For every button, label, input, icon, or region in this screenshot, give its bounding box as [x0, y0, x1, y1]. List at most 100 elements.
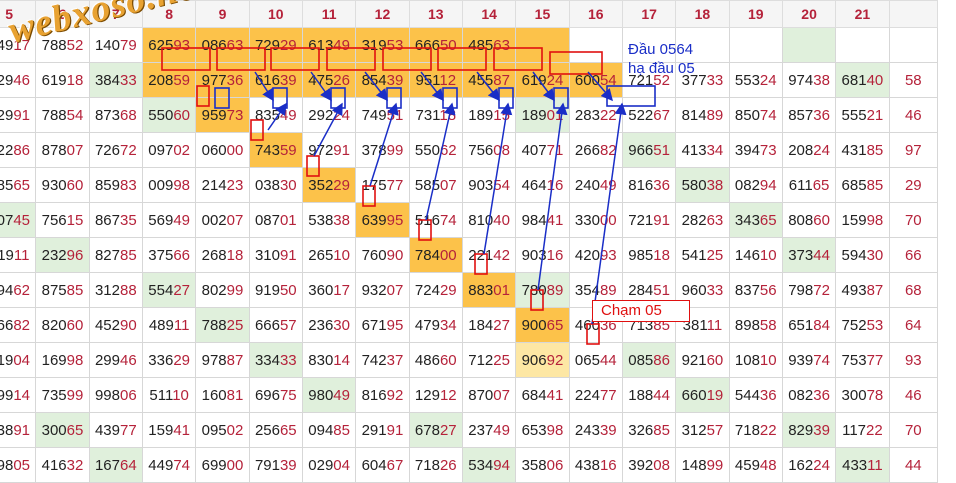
- number-tail: 04: [13, 351, 31, 369]
- number-tail: 78: [866, 386, 884, 404]
- number-tail: 18: [653, 246, 670, 264]
- number-head: 312: [681, 421, 707, 439]
- number-head: 384: [94, 71, 120, 89]
- number-head: 146: [734, 246, 760, 264]
- result-cell: 37566: [141, 237, 197, 273]
- result-cell: 51674: [408, 202, 463, 238]
- number-tail: 60: [439, 351, 457, 369]
- number-head: 221: [468, 246, 494, 264]
- number-head: 726: [94, 141, 120, 159]
- number-tail: 63: [226, 36, 244, 54]
- result-cell: 58: [888, 62, 939, 98]
- number-head: 894: [0, 281, 14, 299]
- result-cell: 06000: [195, 132, 250, 168]
- result-cell: 31953: [355, 27, 410, 63]
- number-tail: 88: [119, 281, 137, 299]
- result-cell: 08701: [248, 202, 303, 238]
- column-header: 16: [568, 0, 623, 28]
- number-head: 898: [734, 316, 760, 334]
- result-cell: 43977: [88, 412, 143, 448]
- result-cell: 55324: [728, 62, 783, 98]
- result-cell: 98565: [0, 167, 37, 203]
- number-tail: 94: [759, 176, 777, 194]
- number-tail: 82: [599, 141, 617, 159]
- number-tail: 41: [546, 211, 564, 229]
- result-cell: 46: [888, 97, 939, 133]
- number-head: 534: [468, 456, 494, 474]
- number-head: 808: [788, 211, 814, 229]
- number-tail: 99: [66, 386, 84, 404]
- result-cell: 83549: [248, 97, 303, 133]
- result-cell: 15941: [141, 412, 197, 448]
- number-tail: 24: [813, 456, 830, 474]
- result-cell: 98049: [301, 377, 357, 413]
- result-cell: 33433: [248, 342, 303, 378]
- number-tail: 33: [119, 71, 137, 89]
- number-tail: 16: [546, 246, 564, 264]
- number-head: 291: [361, 421, 387, 439]
- number-tail: 44: [813, 246, 830, 264]
- number-tail: 36: [226, 71, 244, 89]
- number-tail: 63: [493, 36, 510, 54]
- number-tail: 62: [439, 141, 457, 159]
- number-head: 835: [254, 106, 280, 124]
- result-cell: 29946: [88, 342, 143, 378]
- number-tail: 87: [493, 71, 510, 89]
- result-cell: 75253: [835, 307, 890, 343]
- column-header: 18: [675, 0, 730, 28]
- number-tail: 93: [904, 351, 922, 369]
- column-header: 15: [515, 0, 570, 28]
- number-head: 299: [94, 351, 120, 369]
- result-cell: 68585: [835, 167, 890, 203]
- number-tail: 68: [904, 281, 922, 299]
- number-tail: 00: [226, 456, 244, 474]
- number-head: 511: [149, 386, 173, 404]
- number-head: 343: [734, 211, 760, 229]
- number-tail: 27: [173, 281, 190, 299]
- number-tail: 38: [333, 211, 350, 229]
- number-head: 208: [788, 141, 814, 159]
- result-cell: 08236: [781, 377, 837, 413]
- result-cell: 72191: [621, 202, 677, 238]
- number-tail: 72: [119, 141, 137, 159]
- number-head: 266: [574, 141, 600, 159]
- number-head: 009: [148, 176, 174, 194]
- number-head: 554: [148, 281, 174, 299]
- number-tail: 07: [386, 281, 404, 299]
- result-cell: 78825: [195, 307, 250, 343]
- number-head: 243: [574, 421, 600, 439]
- number-tail: 30: [866, 246, 884, 264]
- result-cell: 66657: [248, 307, 303, 343]
- result-cell: 16224: [781, 447, 837, 483]
- number-head: 129: [414, 386, 440, 404]
- number-tail: 91: [333, 141, 350, 159]
- result-cell: 97: [888, 132, 939, 168]
- column-header: 13: [408, 0, 463, 28]
- number-head: 208: [148, 71, 174, 89]
- result-cell: 89858: [728, 307, 783, 343]
- result-cell: 39208: [621, 447, 677, 483]
- number-head: 960: [681, 281, 707, 299]
- result-cell: 66019: [675, 377, 730, 413]
- number-tail: 17: [333, 281, 350, 299]
- number-head: 553: [734, 71, 760, 89]
- result-cell: 51110: [141, 377, 197, 413]
- number-tail: 30: [279, 176, 297, 194]
- number-head: 082: [788, 386, 814, 404]
- number-tail: 86: [13, 141, 31, 159]
- number-head: 569: [148, 211, 174, 229]
- number-head: 544: [734, 386, 760, 404]
- result-cell: 31091: [248, 237, 303, 273]
- result-cell: 85439: [355, 62, 410, 98]
- result-cell: 74359: [248, 132, 303, 168]
- number-tail: 71: [546, 141, 564, 159]
- number-head: 438: [574, 456, 600, 474]
- result-cell: 18901: [515, 97, 570, 133]
- note-cham: Chạm 05: [592, 300, 690, 322]
- result-cell: 35806: [515, 447, 570, 483]
- number-tail: 22: [759, 421, 777, 439]
- number-head: 959: [201, 106, 227, 124]
- number-head: 330: [574, 211, 600, 229]
- column-header: 11: [301, 0, 357, 28]
- number-tail: 77: [866, 351, 884, 369]
